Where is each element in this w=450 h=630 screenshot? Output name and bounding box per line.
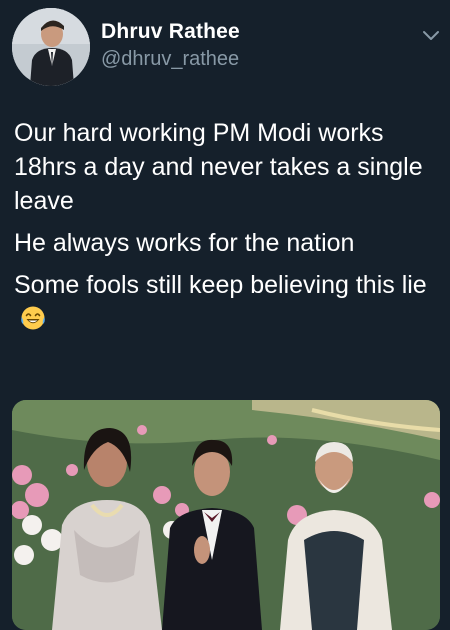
profile-photo-avatar-icon — [12, 8, 90, 86]
user-handle[interactable]: @dhruv_rathee — [101, 48, 239, 71]
tweet-paragraph: Some fools still keep believing this lie — [14, 268, 439, 336]
wedding-reception-photo-icon — [12, 400, 440, 630]
face-with-tears-of-joy-icon — [21, 306, 45, 330]
avatar[interactable] — [12, 8, 90, 86]
display-name[interactable]: Dhruv Rathee — [101, 20, 240, 44]
tweet-paragraph: Our hard working PM Modi works 18hrs a d… — [14, 119, 423, 215]
chevron-down-icon[interactable] — [420, 24, 442, 46]
tweet-text: Our hard working PM Modi works 18hrs a d… — [14, 116, 439, 336]
tweet-photo[interactable] — [12, 400, 440, 630]
tweet-paragraph-text: Some fools still keep believing this lie — [14, 271, 427, 299]
tweet-card: Dhruv Rathee @dhruv_rathee Our hard work… — [0, 0, 450, 630]
tweet-paragraph: He always works for the nation — [14, 229, 355, 257]
